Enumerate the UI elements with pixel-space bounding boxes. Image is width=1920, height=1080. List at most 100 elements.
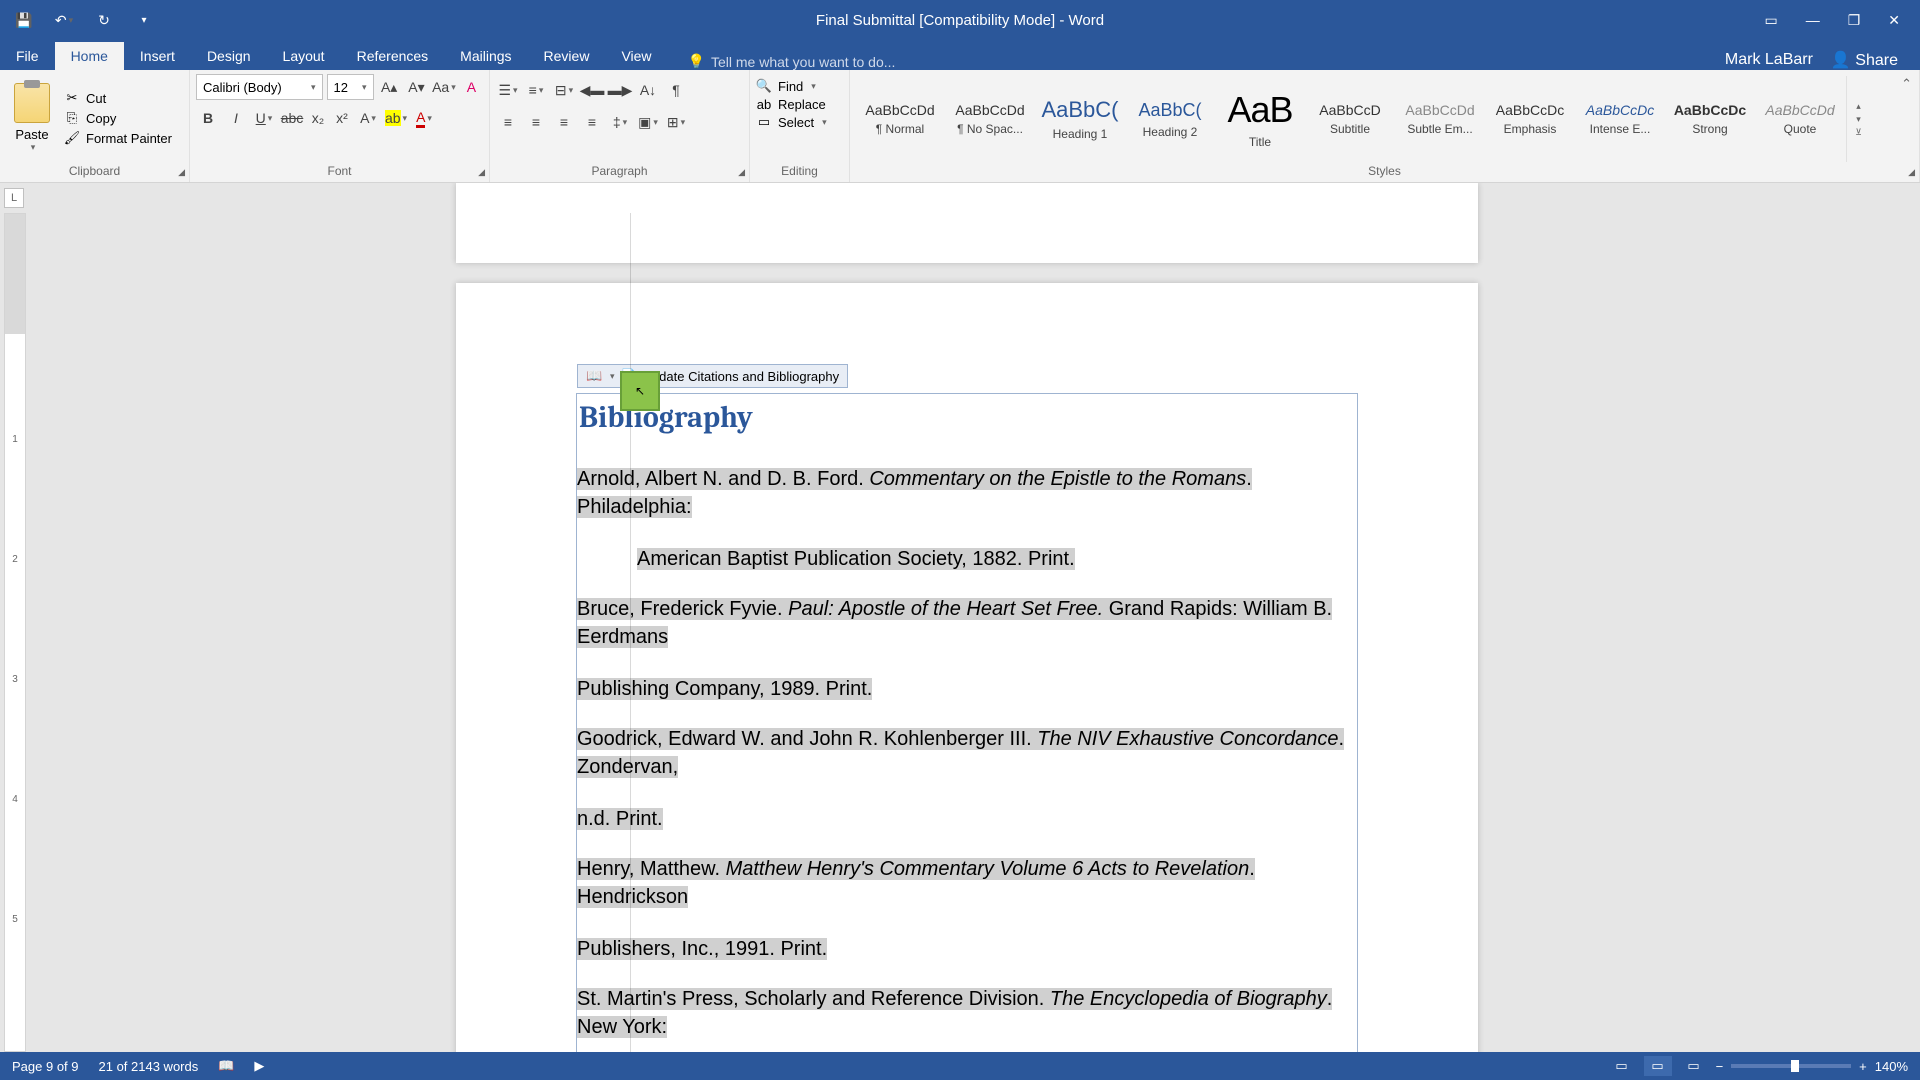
- tab-review[interactable]: Review: [528, 42, 606, 70]
- collapse-ribbon-icon[interactable]: ⌃: [1901, 76, 1912, 92]
- shading-button[interactable]: ▣▾: [636, 110, 660, 134]
- qat-more-icon[interactable]: ▾: [130, 6, 158, 34]
- find-button[interactable]: 🔍Find▾: [756, 78, 843, 94]
- zoom-out-button[interactable]: −: [1716, 1059, 1724, 1074]
- multilevel-button[interactable]: ⊟▾: [552, 78, 576, 102]
- paintbrush-icon: 🖌: [64, 130, 80, 146]
- styles-more-button[interactable]: ▴▾⊻: [1846, 76, 1866, 162]
- bold-button[interactable]: B: [196, 106, 220, 130]
- zoom-level[interactable]: 140%: [1875, 1059, 1908, 1074]
- style-item[interactable]: AaBbCcDdSubtle Em...: [1396, 76, 1484, 162]
- tell-me-search[interactable]: 💡 Tell me what you want to do...: [688, 53, 896, 70]
- zoom-slider[interactable]: [1731, 1064, 1851, 1068]
- bibliography-entry: St. Martin's Press, Scholarly and Refere…: [577, 985, 1357, 1052]
- document-page[interactable]: 📖▾ 📄 Update Citations and Bibliography B…: [456, 283, 1478, 1052]
- user-name[interactable]: Mark LaBarr: [1725, 51, 1813, 69]
- italic-button[interactable]: I: [224, 106, 248, 130]
- style-item[interactable]: AaBbC(Heading 2: [1126, 76, 1214, 162]
- share-button[interactable]: 👤 Share: [1831, 50, 1898, 70]
- copy-button[interactable]: ⎘Copy: [64, 110, 172, 126]
- style-item[interactable]: AaBbCcDcEmphasis: [1486, 76, 1574, 162]
- bibliography-field[interactable]: 📖▾ 📄 Update Citations and Bibliography B…: [576, 393, 1358, 1052]
- underline-button[interactable]: U▾: [252, 106, 276, 130]
- ribbon-display-icon[interactable]: ▭: [1764, 12, 1777, 29]
- page-count[interactable]: Page 9 of 9: [12, 1059, 79, 1074]
- undo-icon[interactable]: ↶▾: [50, 6, 78, 34]
- font-name-combo[interactable]: Calibri (Body)▾: [196, 74, 323, 100]
- font-size-combo[interactable]: 12▾: [327, 74, 374, 100]
- paste-button[interactable]: Paste ▾: [6, 74, 58, 162]
- tab-file[interactable]: File: [0, 42, 55, 70]
- align-left-button[interactable]: ≡: [496, 110, 520, 134]
- tab-mailings[interactable]: Mailings: [444, 42, 527, 70]
- ribbon: Paste ▾ ✂Cut ⎘Copy 🖌Format Painter Clipb…: [0, 70, 1920, 183]
- dialog-launcher-icon[interactable]: ◢: [178, 167, 185, 178]
- tab-design[interactable]: Design: [191, 42, 267, 70]
- maximize-icon[interactable]: ❐: [1848, 12, 1861, 29]
- select-button[interactable]: ▭Select▾: [756, 114, 843, 130]
- replace-button[interactable]: abReplace: [756, 96, 843, 112]
- bibliography-entry: Henry, Matthew. Matthew Henry's Commenta…: [577, 855, 1357, 963]
- style-item[interactable]: AaBbCcDdQuote: [1756, 76, 1844, 162]
- sort-button[interactable]: A↓: [636, 78, 660, 102]
- book-icon[interactable]: 📖: [586, 368, 602, 384]
- justify-button[interactable]: ≡: [580, 110, 604, 134]
- paste-label: Paste: [15, 127, 48, 142]
- align-right-button[interactable]: ≡: [552, 110, 576, 134]
- spellcheck-icon[interactable]: 📖: [218, 1058, 234, 1074]
- read-mode-button[interactable]: ▭: [1608, 1056, 1636, 1076]
- print-layout-button[interactable]: ▭: [1644, 1056, 1672, 1076]
- minimize-icon[interactable]: —: [1806, 12, 1820, 28]
- cut-button[interactable]: ✂Cut: [64, 90, 172, 106]
- font-color-button[interactable]: A▾: [412, 106, 436, 130]
- style-item[interactable]: AaBTitle: [1216, 76, 1304, 162]
- style-item[interactable]: AaBbC(Heading 1: [1036, 76, 1124, 162]
- style-item[interactable]: AaBbCcDcIntense E...: [1576, 76, 1664, 162]
- redo-icon[interactable]: ↻: [90, 6, 118, 34]
- tab-view[interactable]: View: [605, 42, 667, 70]
- group-clipboard: Paste ▾ ✂Cut ⎘Copy 🖌Format Painter Clipb…: [0, 70, 190, 182]
- chevron-down-icon: ▾: [31, 142, 36, 153]
- increase-indent-button[interactable]: ▬▶: [608, 78, 632, 102]
- show-marks-button[interactable]: ¶: [664, 78, 688, 102]
- tab-layout[interactable]: Layout: [267, 42, 341, 70]
- zoom-in-button[interactable]: +: [1859, 1059, 1867, 1074]
- line-spacing-button[interactable]: ‡▾: [608, 110, 632, 134]
- decrease-indent-button[interactable]: ◀▬: [580, 78, 604, 102]
- align-center-button[interactable]: ≡: [524, 110, 548, 134]
- tab-home[interactable]: Home: [55, 42, 124, 70]
- style-item[interactable]: AaBbCcDd¶ Normal: [856, 76, 944, 162]
- grow-font-button[interactable]: A▴: [378, 75, 401, 99]
- save-icon[interactable]: 💾: [10, 6, 38, 34]
- style-item[interactable]: AaBbCcDSubtitle: [1306, 76, 1394, 162]
- tab-references[interactable]: References: [341, 42, 445, 70]
- document-area: L 1234567 ↖ 1 2 3 4 5 📖▾ 📄: [0, 183, 1920, 1052]
- style-item[interactable]: AaBbCcDcStrong: [1666, 76, 1754, 162]
- bibliography-heading: Bibliography: [577, 400, 1357, 443]
- hanging-indent-marker[interactable]: ↖: [620, 371, 660, 411]
- dialog-launcher-icon[interactable]: ◢: [1908, 167, 1915, 178]
- strikethrough-button[interactable]: abc: [280, 106, 304, 130]
- superscript-button[interactable]: x²: [332, 106, 352, 130]
- word-count[interactable]: 21 of 2143 words: [99, 1059, 199, 1074]
- subscript-button[interactable]: x₂: [308, 106, 328, 130]
- web-layout-button[interactable]: ▭: [1680, 1056, 1708, 1076]
- numbering-button[interactable]: ≡▾: [524, 78, 548, 102]
- style-item[interactable]: AaBbCcDd¶ No Spac...: [946, 76, 1034, 162]
- macro-icon[interactable]: ▶: [254, 1058, 264, 1074]
- tab-insert[interactable]: Insert: [124, 42, 191, 70]
- change-case-button[interactable]: Aa▾: [432, 75, 456, 99]
- update-citations-button[interactable]: Update Citations and Bibliography: [643, 369, 840, 384]
- borders-button[interactable]: ⊞▾: [664, 110, 688, 134]
- dialog-launcher-icon[interactable]: ◢: [478, 167, 485, 178]
- highlight-button[interactable]: ab▾: [384, 106, 408, 130]
- bullets-button[interactable]: ☰▾: [496, 78, 520, 102]
- cursor-icon: ▭: [756, 114, 772, 130]
- text-effects-button[interactable]: A▾: [356, 106, 380, 130]
- close-icon[interactable]: ✕: [1888, 12, 1900, 29]
- shrink-font-button[interactable]: A▾: [405, 75, 428, 99]
- ribbon-tabs: File Home Insert Design Layout Reference…: [0, 40, 1920, 70]
- dialog-launcher-icon[interactable]: ◢: [738, 167, 745, 178]
- clear-formatting-button[interactable]: A: [460, 75, 483, 99]
- format-painter-button[interactable]: 🖌Format Painter: [64, 130, 172, 146]
